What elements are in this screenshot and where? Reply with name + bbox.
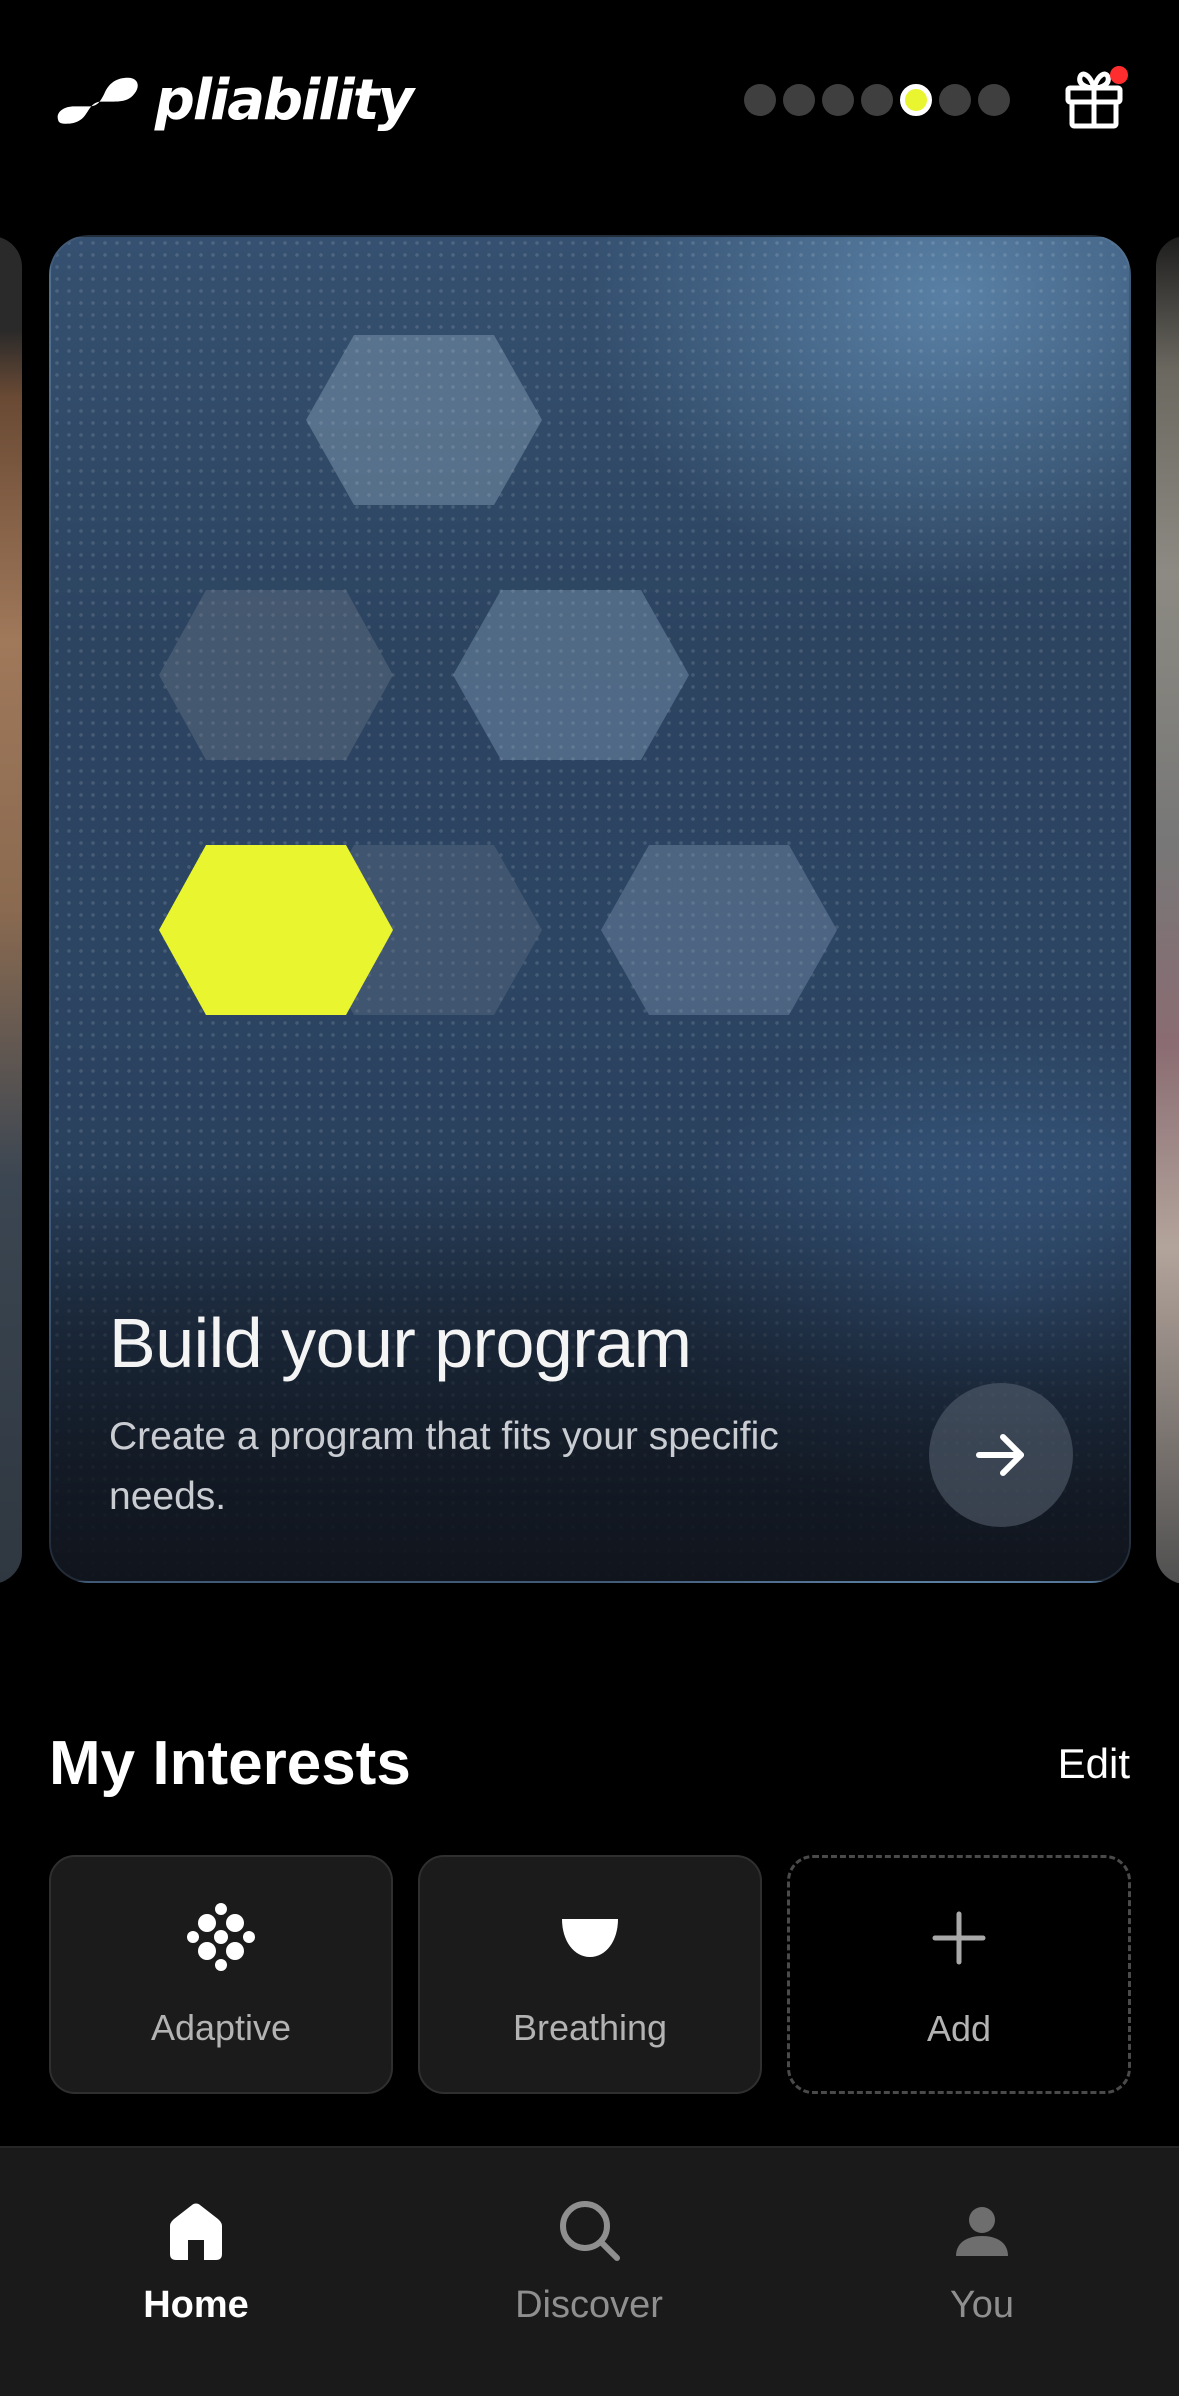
nav-item-home[interactable]: Home [76,2178,316,2328]
card-subtitle: Create a program that fits your specific… [109,1415,779,1518]
search-icon [469,2190,709,2270]
notification-badge [1110,66,1128,84]
nav-label: Discover [515,2284,663,2326]
previous-card-peek[interactable] [0,236,22,1584]
carousel-pager[interactable] [744,84,1010,116]
user-icon [862,2190,1102,2270]
arrow-right-icon [976,1434,1024,1476]
pager-dot[interactable] [861,84,893,116]
nav-item-discover[interactable]: Discover [469,2178,709,2328]
breathing-icon [420,1901,760,1973]
pager-dot[interactable] [783,84,815,116]
build-program-card[interactable]: Build your program Create a program that… [49,235,1131,1583]
gift-button[interactable] [1060,64,1128,132]
interests-title: My Interests [49,1729,411,1798]
interest-tile-adaptive[interactable]: Adaptive [49,1855,393,2094]
bottom-nav: Home Discover You [0,2146,1179,2396]
next-card-peek[interactable] [1156,236,1179,1584]
edit-interests-button[interactable]: Edit [1058,1740,1130,1788]
brand-name: pliability [154,67,414,133]
interest-label: Breathing [512,2007,668,2048]
plus-icon [790,1902,1128,1974]
pliability-logo: pliability [52,64,414,136]
adaptive-icon [51,1901,391,1973]
pager-dot[interactable] [744,84,776,116]
logo-mark-icon [57,77,138,124]
card-title: Build your program [109,1304,692,1382]
home-icon [76,2190,316,2270]
nav-label: Home [143,2284,249,2326]
hexagon-graphic [159,335,837,1015]
interest-label: Add [926,2008,992,2049]
nav-item-you[interactable]: You [862,2178,1102,2328]
interest-tile-breathing[interactable]: Breathing [418,1855,762,2094]
add-interest-button[interactable]: Add [787,1855,1131,2094]
interest-label: Adaptive [150,2007,292,2048]
pager-dot[interactable] [822,84,854,116]
nav-label: You [949,2284,1015,2326]
home-screen: pliability Build your program Create a p… [0,0,1179,2396]
pager-dot[interactable] [939,84,971,116]
pager-dot-active[interactable] [900,84,932,116]
card-arrow-button[interactable] [929,1383,1073,1527]
pager-dot[interactable] [978,84,1010,116]
